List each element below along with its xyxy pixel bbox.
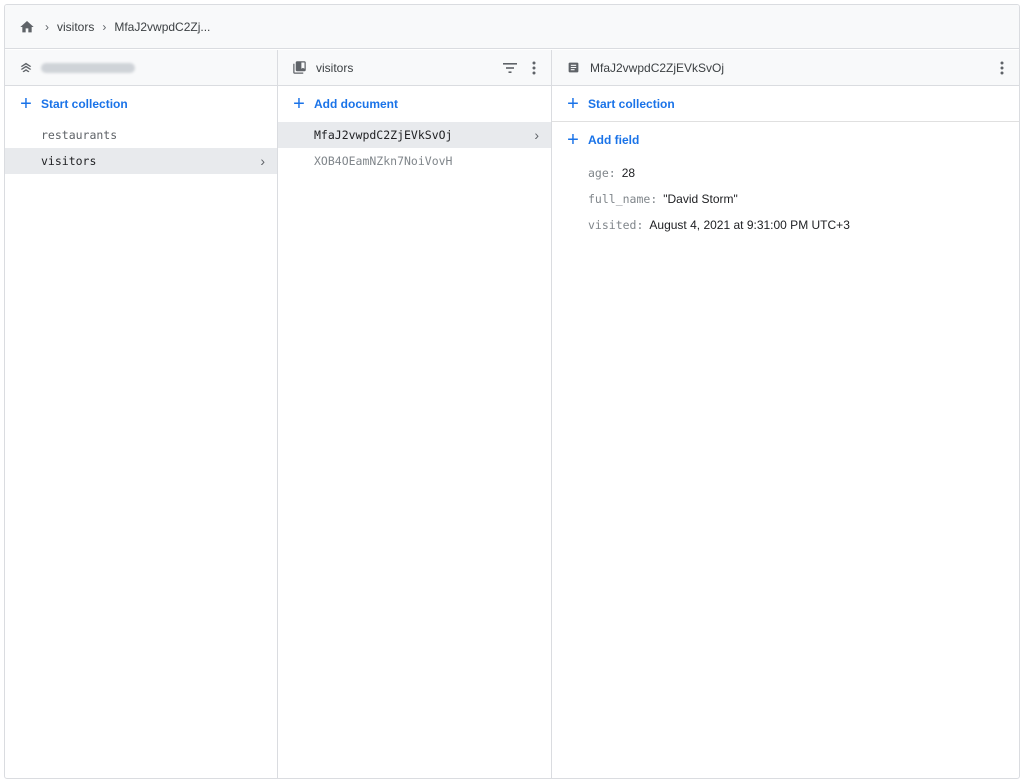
document-column-header: MfaJ2vwpdC2ZjEVkSvOj [552, 50, 1019, 86]
root-column: + Start collection restaurants visitors … [5, 50, 278, 778]
document-column: MfaJ2vwpdC2ZjEVkSvOj + Start collection … [552, 50, 1019, 778]
plus-icon: + [567, 92, 579, 115]
document-icon [564, 59, 582, 77]
document-item[interactable]: MfaJ2vwpdC2ZjEVkSvOj › [278, 122, 551, 148]
field-colon: : [650, 192, 658, 206]
start-collection-button[interactable]: + Start collection [552, 86, 1019, 122]
field-key: age [588, 166, 609, 180]
document-item-label: XOB4OEamNZkn7NoiVovH [314, 154, 453, 168]
add-document-button[interactable]: + Add document [278, 86, 551, 122]
field-colon: : [636, 218, 644, 232]
chevron-right-icon: › [260, 153, 265, 169]
collection-item-visitors[interactable]: visitors › [5, 148, 277, 174]
collection-column: visitors + Add document MfaJ2vwpdC2ZjEVk… [278, 50, 552, 778]
home-icon[interactable] [17, 17, 37, 37]
field-value: 28 [621, 166, 636, 180]
chevron-right-icon: › [102, 19, 107, 34]
start-collection-button[interactable]: + Start collection [5, 86, 277, 122]
start-collection-label: Start collection [41, 97, 128, 111]
plus-icon: + [20, 93, 32, 115]
collection-item-restaurants[interactable]: restaurants [5, 122, 277, 148]
field-row-full-name[interactable]: full_name : "David Storm" [552, 186, 1019, 212]
collection-column-header: visitors [278, 50, 551, 86]
start-collection-label: Start collection [588, 96, 675, 111]
more-vert-icon[interactable] [993, 59, 1011, 77]
plus-icon: + [293, 93, 305, 115]
chevron-right-icon: › [534, 127, 539, 143]
field-row-age[interactable]: age : 28 [552, 160, 1019, 186]
chevron-right-icon: › [45, 19, 49, 34]
breadcrumb-item-visitors[interactable]: visitors [57, 20, 94, 34]
data-columns: + Start collection restaurants visitors … [5, 50, 1019, 778]
document-item-label: MfaJ2vwpdC2ZjEVkSvOj [314, 128, 453, 142]
add-field-button[interactable]: + Add field [552, 122, 1019, 158]
add-field-label: Add field [588, 133, 640, 147]
project-name-redacted [41, 62, 135, 73]
more-vert-icon[interactable] [525, 59, 543, 77]
field-key: full_name [588, 192, 651, 206]
field-key: visited [588, 218, 637, 232]
database-icon [17, 59, 35, 77]
add-document-label: Add document [314, 97, 398, 111]
firestore-data-panel: › visitors › MfaJ2vwpdC2Zj... + Start co… [4, 4, 1020, 779]
field-row-visited[interactable]: visited : August 4, 2021 at 9:31:00 PM U… [552, 212, 1019, 238]
document-item[interactable]: XOB4OEamNZkn7NoiVovH [278, 148, 551, 174]
collection-title: visitors [316, 60, 354, 75]
collection-item-label: restaurants [41, 128, 118, 142]
document-title: MfaJ2vwpdC2ZjEVkSvOj [590, 60, 725, 75]
plus-icon: + [567, 129, 579, 151]
field-value: August 4, 2021 at 9:31:00 PM UTC+3 [649, 218, 850, 232]
field-colon: : [608, 166, 616, 180]
collection-icon [290, 59, 308, 77]
field-list: age : 28 full_name : "David Storm" visit… [552, 158, 1019, 238]
collection-item-label: visitors [41, 154, 97, 168]
breadcrumb: › visitors › MfaJ2vwpdC2Zj... [5, 5, 1019, 49]
breadcrumb-item-document[interactable]: MfaJ2vwpdC2Zj... [114, 20, 210, 34]
filter-icon[interactable] [499, 59, 521, 77]
field-value: "David Storm" [663, 192, 738, 206]
root-column-header [5, 50, 277, 86]
